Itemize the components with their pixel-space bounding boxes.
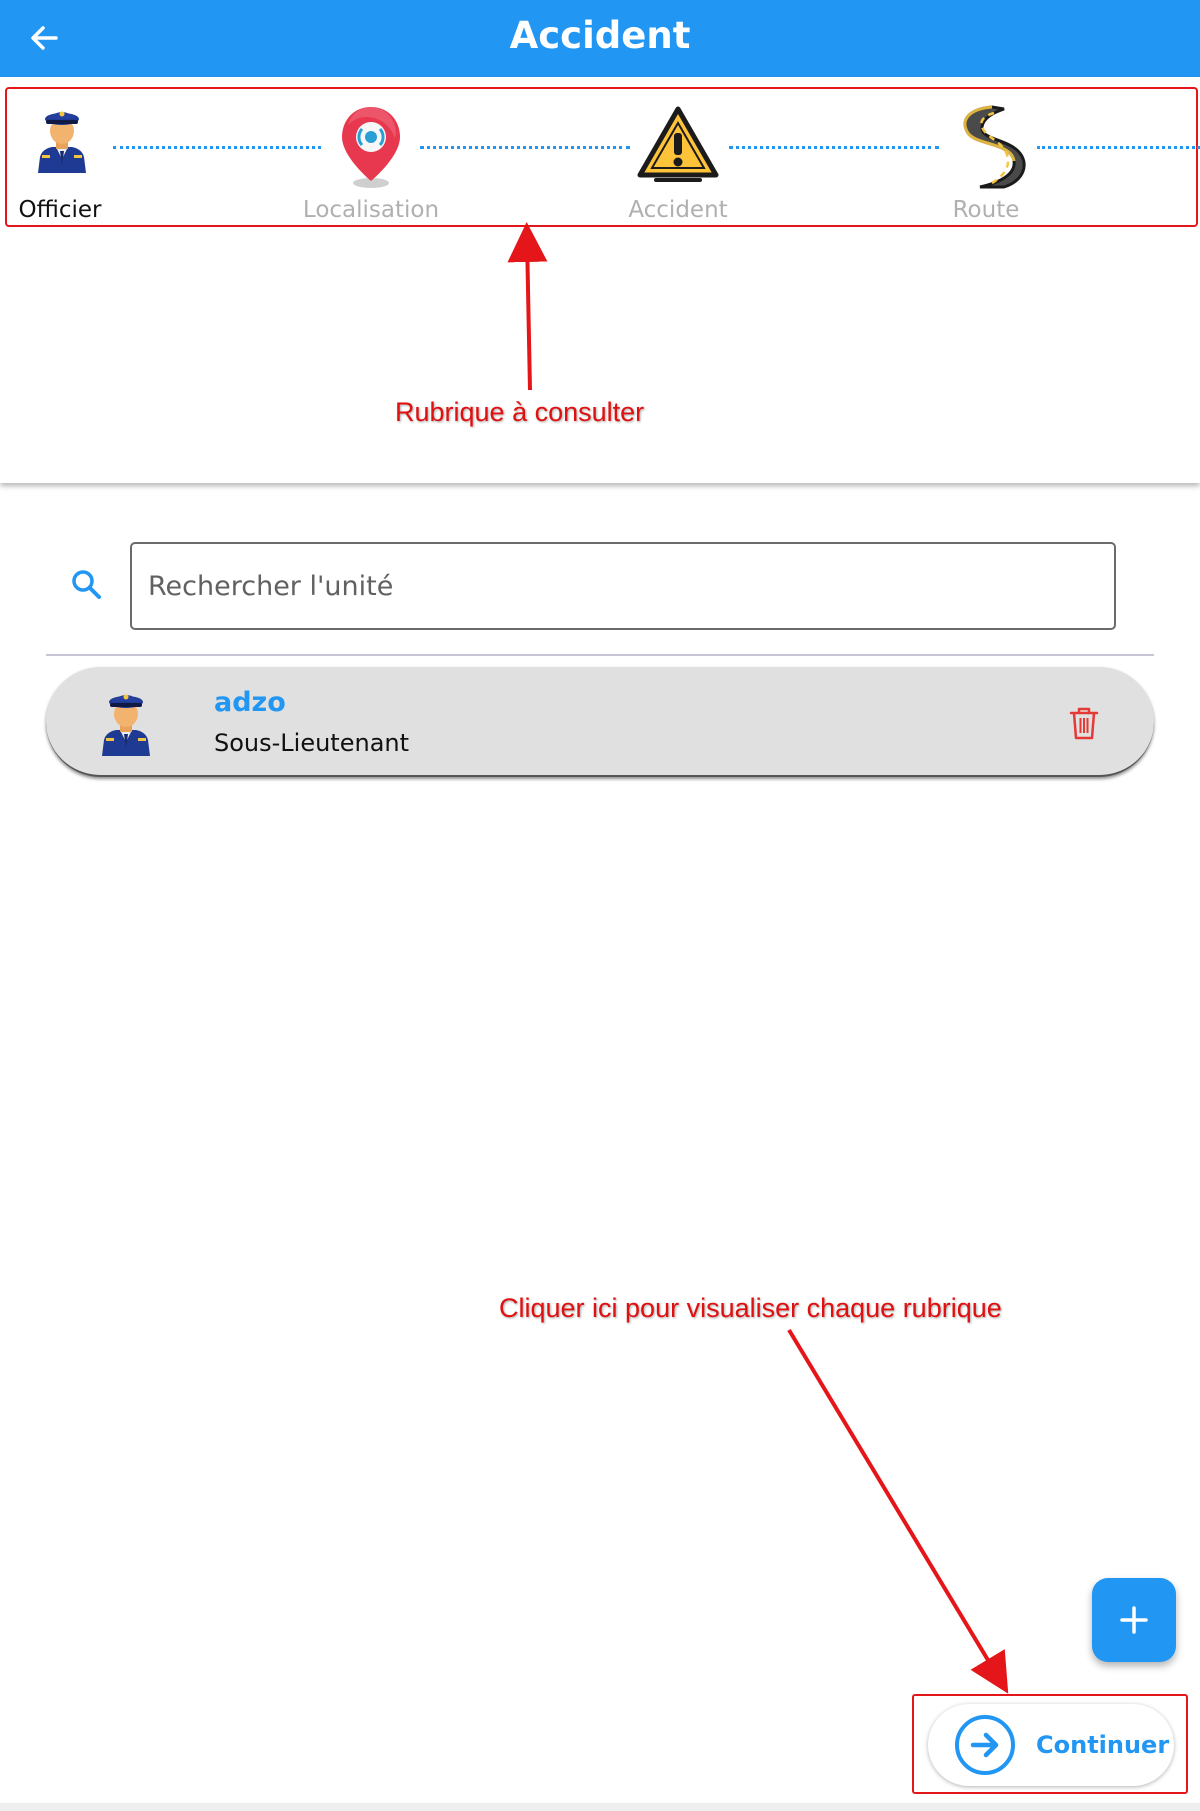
arrow-to-continue bbox=[787, 1328, 1009, 1694]
bottom-strip bbox=[0, 1803, 1200, 1811]
plus-icon bbox=[1120, 1606, 1148, 1634]
continue-highlight: Continuer bbox=[912, 1694, 1188, 1794]
arrow-to-stepper bbox=[507, 222, 548, 391]
continue-label: Continuer bbox=[1036, 1731, 1170, 1759]
annotation-arrows bbox=[507, 222, 1009, 1694]
add-button[interactable] bbox=[1092, 1578, 1176, 1662]
arrow-right-circle-icon bbox=[955, 1715, 1015, 1775]
continue-button[interactable]: Continuer bbox=[928, 1704, 1174, 1786]
